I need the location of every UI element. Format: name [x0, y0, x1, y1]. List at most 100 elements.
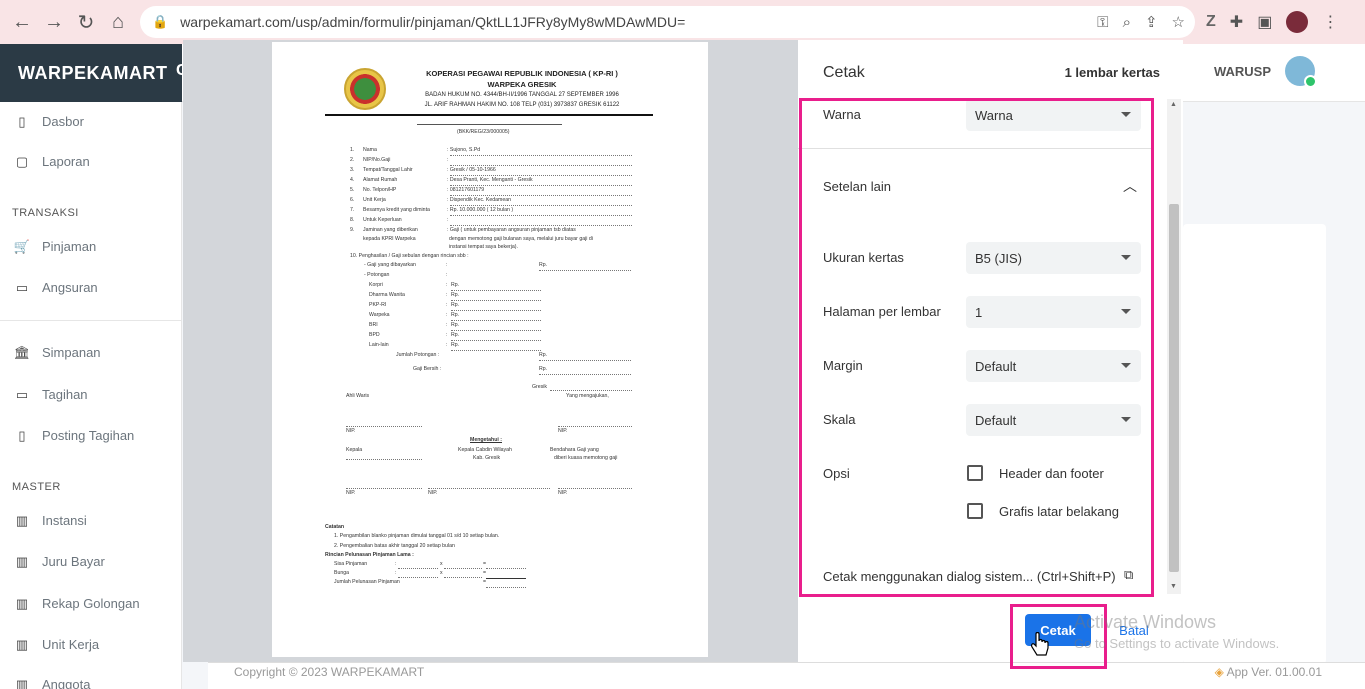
extensions-puzzle-icon[interactable]: ✚ — [1230, 12, 1243, 32]
side-panel-icon[interactable]: ▣ — [1257, 12, 1272, 32]
sidebar-item-pinjaman[interactable]: 🛒 Pinjaman — [13, 238, 96, 255]
field-no: 3. — [350, 167, 355, 173]
bill-icon: ▭ — [15, 386, 29, 402]
note-2: 2. Pengembalian batas akhir tanggal 20 s… — [334, 543, 455, 549]
field-dotline — [450, 195, 632, 196]
repay-eq: = — [483, 579, 487, 585]
field-value: : Gaji ( untuk pembayaran angsuran pinja… — [447, 227, 576, 233]
reload-icon[interactable]: ↻ — [70, 6, 102, 38]
heir-label: Ahli Waris — [346, 393, 370, 399]
repay-dotline — [486, 568, 526, 569]
place-label: Gresik — [532, 384, 547, 390]
net-salary-dotline — [539, 374, 631, 375]
zoom-icon[interactable]: ⌕ — [1123, 14, 1131, 31]
scroll-up-icon[interactable]: ▲ — [1170, 101, 1177, 108]
income-dotline — [539, 270, 631, 271]
user-menu[interactable]: WARUSP — [1214, 56, 1317, 88]
home-icon[interactable]: ⌂ — [102, 6, 134, 38]
field-label: No. Telpon/HP — [363, 187, 397, 193]
sidebar-item-juru-bayar[interactable]: ▥ Juru Bayar — [14, 553, 105, 570]
field-no: 6. — [350, 197, 355, 203]
sidebar-item-tagihan[interactable]: ▭ Tagihan — [14, 386, 88, 403]
extension-z-icon[interactable]: Z — [1206, 13, 1216, 31]
field-label: NIP/No.Gaji — [363, 157, 391, 163]
sidebar-item-simpanan[interactable]: 🏛 Simpanan — [14, 345, 101, 361]
scroll-down-icon[interactable]: ▼ — [1170, 583, 1177, 590]
repay-dotline — [398, 577, 438, 578]
repay-sum-line — [486, 578, 526, 579]
doc-header-rule — [325, 114, 653, 116]
repay-dotline — [444, 568, 482, 569]
sidebar-item-laporan[interactable]: ▢ Laporan — [14, 154, 90, 170]
deduction-colon: : — [446, 272, 448, 278]
deduction-colon: : — [446, 312, 448, 318]
cart-icon: 🛒 — [13, 238, 31, 254]
sidebar-item-instansi[interactable]: ▥ Instansi — [14, 513, 87, 529]
address-bar[interactable]: 🔒 warpekamart.com/usp/admin/formulir/pin… — [140, 6, 1195, 38]
field-value: : Gresik / 05-10-1966 — [447, 167, 496, 173]
sidebar-item-unit-kerja[interactable]: ▥ Unit Kerja — [14, 637, 99, 653]
url-text: warpekamart.com/usp/admin/formulir/pinja… — [180, 14, 686, 30]
notes-heading: Catatan — [325, 524, 345, 530]
doc-address-2: JL. ARIF RAHMAN HAKIM NO. 108 TELP (031)… — [424, 102, 620, 108]
deduction-colon: : — [446, 322, 448, 328]
field-value: instansi tempat saya bekerja). — [449, 244, 518, 250]
deduction-rp: Rp. — [451, 302, 460, 308]
dashboard-icon: ▯ — [18, 113, 26, 129]
field-value: : Dispendik Kec. Kedamean — [447, 197, 512, 203]
nip-label: NIP. — [558, 428, 568, 434]
applicant-label: Yang mengajukan, — [566, 393, 609, 399]
deduction-colon: : — [446, 282, 448, 288]
field-value: : Sujono, S.Pd — [447, 147, 481, 153]
bookmark-star-icon[interactable]: ☆ — [1172, 13, 1185, 31]
deduction-dotline — [451, 350, 541, 351]
sidebar-item-posting-tagihan[interactable]: ▯ Posting Tagihan — [14, 428, 134, 444]
sidebar-item-anggota[interactable]: ▥ Anggota — [14, 676, 91, 689]
deduction-colon: : — [446, 292, 448, 298]
menu-kebab-icon[interactable]: ⋮ — [1322, 12, 1338, 32]
field-no: 1. — [350, 147, 355, 153]
field-no: 7. — [350, 207, 355, 213]
deduction-rp: Rp. — [451, 282, 460, 288]
repay-dotline — [444, 577, 482, 578]
browser-toolbar: ← → ↻ ⌂ 🔒 warpekamart.com/usp/admin/form… — [0, 0, 1365, 44]
deduction-label: BRI — [369, 322, 378, 328]
signature-dotline — [428, 488, 550, 489]
deduction-colon: : — [446, 332, 448, 338]
nip-label: NIP. — [346, 490, 356, 496]
income-label: - Gaji yang dibayarkan — [364, 262, 416, 268]
deduction-dotline — [451, 290, 541, 291]
field-label: Nama — [363, 147, 377, 153]
book-icon: ▥ — [15, 553, 29, 569]
sidebar-item-angsuran[interactable]: ▭ Angsuran — [14, 280, 98, 296]
settings-scrollbar[interactable]: ▲ ▼ — [1167, 99, 1181, 594]
profile-avatar[interactable] — [1286, 11, 1309, 33]
user-avatar[interactable] — [1285, 56, 1317, 88]
field-no: 9. — [350, 227, 355, 233]
nip-label: NIP. — [428, 490, 438, 496]
scrollbar-thumb[interactable] — [1169, 204, 1179, 572]
key-icon[interactable]: ⚿ — [1097, 14, 1108, 31]
repay-dotline — [486, 587, 526, 588]
forward-icon[interactable]: → — [38, 6, 70, 38]
deduction-colon: : — [446, 342, 448, 348]
app-brand[interactable]: WARPEKAMART — [0, 44, 182, 102]
deduction-rp: Rp. — [451, 312, 460, 318]
book-icon: ▥ — [15, 676, 29, 689]
deduction-label: Lain-lain — [369, 342, 389, 348]
deduction-heading: - Potongan — [364, 272, 390, 278]
share-icon[interactable]: ⇪ — [1145, 13, 1158, 31]
field-label: kepada KPRI Warpeka — [363, 236, 416, 242]
field-value: : 081217601179 — [447, 187, 485, 193]
deduction-dotline — [451, 330, 541, 331]
note-1: 1. Pengambilan blanko pinjaman dimulai t… — [334, 533, 500, 539]
sidebar-item-rekap-golongan[interactable]: ▥ Rekap Golongan — [14, 596, 140, 612]
back-icon[interactable]: ← — [6, 6, 38, 38]
doc-ref: (BKK/REG/23/000005) — [457, 129, 510, 135]
sidebar-item-dasbor[interactable]: ▯ Dasbor — [14, 113, 84, 130]
repayment-heading: Rincian Pelunasan Pinjaman Lama : — [325, 552, 414, 558]
field-no: 4. — [350, 177, 355, 183]
field-value: : Rp. 10.000.000 ( 12 bulan ) — [447, 207, 514, 213]
field-dotline — [450, 175, 632, 176]
field-label: Untuk Keperluan — [363, 217, 402, 223]
